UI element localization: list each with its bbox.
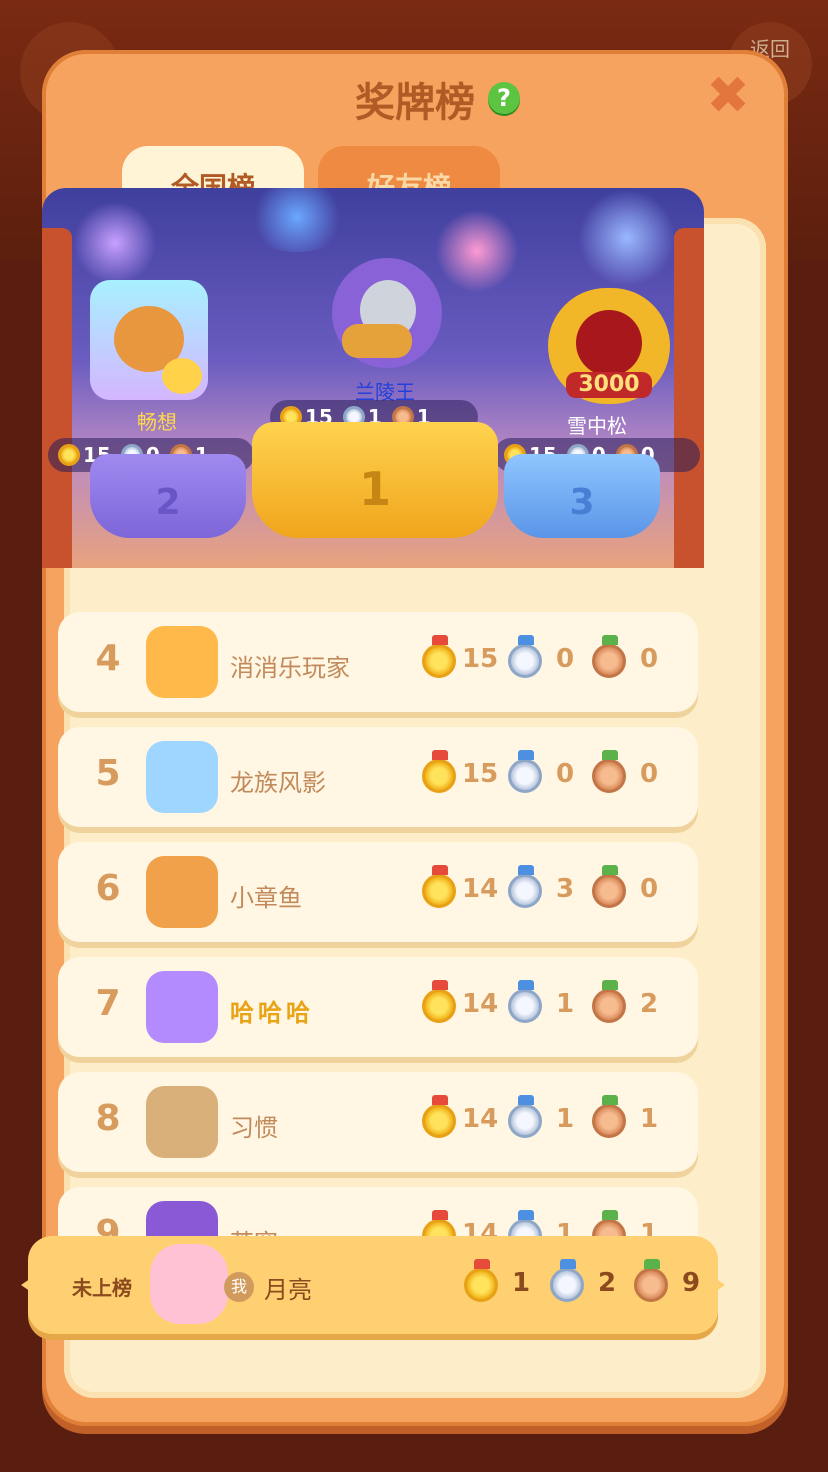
gold-medal-icon — [422, 635, 456, 678]
gold-medal-icon — [422, 750, 456, 793]
bronze-medal-icon — [592, 635, 626, 678]
gold-medal-icon — [58, 444, 80, 466]
silver-medal-icon — [508, 635, 542, 678]
second-place-avatar[interactable] — [90, 280, 208, 400]
rank-number: 4 — [95, 638, 121, 679]
curtain-right — [674, 228, 704, 568]
chick-icon — [162, 358, 202, 394]
first-place-avatar[interactable] — [332, 258, 442, 368]
podium-stage: 畅想 15 0 1 兰陵王 15 1 1 3000 雪中松 15 0 0 2 1… — [42, 188, 704, 568]
my-rank-row[interactable]: 未上榜 我 月亮 1 2 9 — [21, 1236, 725, 1334]
bronze-medal-icon — [592, 750, 626, 793]
player-name: 龙族风影 — [230, 769, 326, 797]
gold-count: 14 — [462, 1104, 499, 1134]
ranking-row[interactable]: 6 小章鱼 14 3 0 — [58, 842, 698, 942]
rank-number: 6 — [95, 868, 121, 909]
ranking-row[interactable]: 7 哈哈哈 14 1 2 — [58, 957, 698, 1057]
gold-count: 15 — [462, 759, 499, 789]
my-name: 月亮 — [264, 1276, 312, 1304]
silver-count: 0 — [556, 759, 575, 789]
silver-medal-icon — [508, 750, 542, 793]
guitar-icon — [342, 324, 412, 358]
bronze-medal-icon — [592, 980, 626, 1023]
pedestal-number: 3 — [569, 482, 595, 523]
gold-count: 15 — [462, 644, 499, 674]
bronze-count: 0 — [640, 874, 659, 904]
gold-count: 14 — [462, 989, 499, 1019]
firework-icon — [70, 198, 160, 288]
player-name: 习惯 — [230, 1114, 278, 1142]
firework-icon — [572, 188, 682, 288]
third-place-pedestal: 3 — [504, 454, 660, 538]
first-place-pedestal: 1 — [252, 422, 498, 538]
bronze-medal-icon — [592, 1095, 626, 1138]
not-ranked-label: 未上榜 — [72, 1276, 132, 1300]
gold-count: 14 — [462, 874, 499, 904]
gold-medal-icon — [422, 980, 456, 1023]
rank-number: 5 — [95, 753, 121, 794]
close-icon[interactable]: ✖ — [704, 70, 752, 122]
bronze-count: 2 — [640, 989, 659, 1019]
silver-medal-icon — [508, 1095, 542, 1138]
ranking-row[interactable]: 8 习惯 14 1 1 — [58, 1072, 698, 1172]
gold-medal-icon — [464, 1259, 498, 1302]
curtain-left — [42, 228, 72, 568]
player-name: 消消乐玩家 — [230, 654, 350, 682]
me-badge: 我 — [224, 1272, 254, 1302]
dialog-title: 奖牌榜 — [355, 80, 475, 126]
player-avatar[interactable] — [146, 1086, 218, 1158]
third-place-name: 雪中松 — [567, 414, 627, 438]
bronze-count: 1 — [640, 1104, 659, 1134]
rank-number: 8 — [95, 1098, 121, 1139]
silver-count: 1 — [556, 1104, 575, 1134]
second-place-pedestal: 2 — [90, 454, 246, 538]
gold-medal-icon — [422, 865, 456, 908]
player-avatar[interactable] — [146, 741, 218, 813]
firework-icon — [242, 188, 352, 252]
player-avatar[interactable] — [146, 626, 218, 698]
firework-icon — [432, 206, 522, 296]
third-place-avatar[interactable]: 3000 — [548, 288, 670, 404]
player-name: 哈哈哈 — [230, 999, 314, 1027]
gold-medal-icon — [422, 1095, 456, 1138]
bronze-count: 9 — [682, 1268, 701, 1298]
bronze-count: 0 — [640, 759, 659, 789]
silver-count: 2 — [598, 1268, 617, 1298]
second-place-name: 畅想 — [137, 410, 177, 434]
player-avatar[interactable] — [146, 971, 218, 1043]
bronze-medal-icon — [634, 1259, 668, 1302]
my-avatar — [150, 1244, 228, 1324]
player-name: 小章鱼 — [230, 884, 302, 912]
rank-number: 7 — [95, 983, 121, 1024]
silver-count: 0 — [556, 644, 575, 674]
bronze-medal-icon — [592, 865, 626, 908]
silver-medal-icon — [508, 980, 542, 1023]
silver-medal-icon — [550, 1259, 584, 1302]
silver-medal-icon — [508, 865, 542, 908]
photo-avatar-icon — [576, 310, 642, 376]
help-icon[interactable]: ? — [488, 82, 520, 114]
pedestal-number: 1 — [358, 462, 391, 516]
player-avatar[interactable] — [146, 856, 218, 928]
avatar-frame-badge: 3000 — [566, 372, 652, 398]
ranking-row[interactable]: 4 消消乐玩家 15 0 0 — [58, 612, 698, 712]
silver-count: 3 — [556, 874, 575, 904]
ranking-row[interactable]: 5 龙族风影 15 0 0 — [58, 727, 698, 827]
pedestal-number: 2 — [155, 482, 181, 523]
bronze-count: 0 — [640, 644, 659, 674]
silver-count: 1 — [556, 989, 575, 1019]
gold-count: 1 — [512, 1268, 531, 1298]
